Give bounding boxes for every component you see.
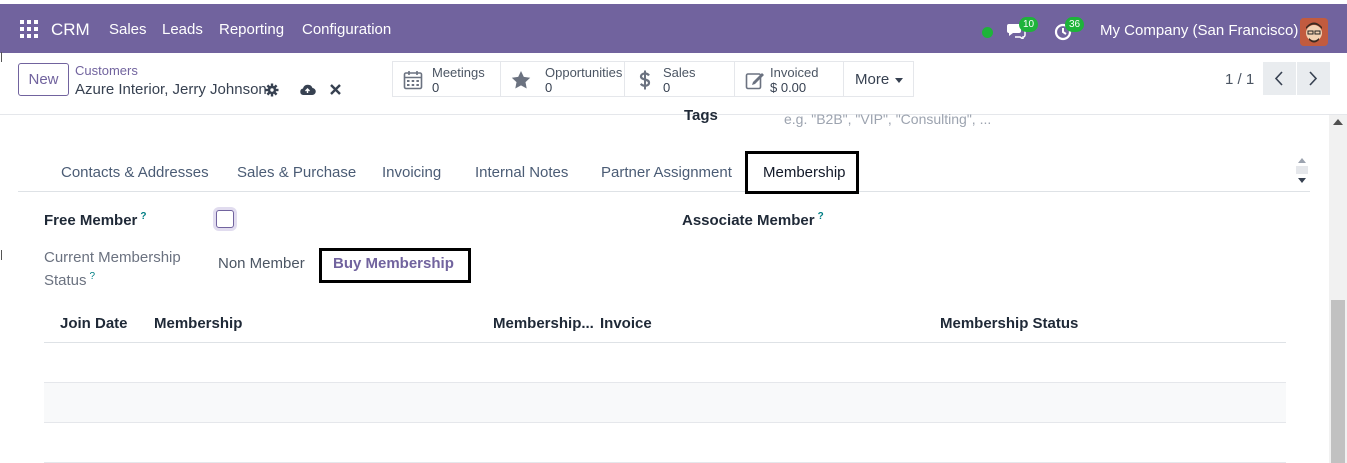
invoiced-amount: $ 0.00 xyxy=(770,80,807,95)
page-scrollbar-thumb[interactable] xyxy=(1331,300,1345,463)
column-membership-status[interactable]: Membership Status xyxy=(940,315,1078,332)
app-brand[interactable]: CRM xyxy=(51,20,90,40)
more-dropdown[interactable]: More xyxy=(843,61,914,97)
smart-buttons: Meetings 0 Opportunities 0 Sales 0 Invoi… xyxy=(392,61,914,97)
breadcrumb-current-record: Azure Interior, Jerry Johnson xyxy=(75,81,267,98)
notebook-tabs: Contacts & Addresses Sales & Purchase In… xyxy=(18,150,1310,192)
tab-contacts-addresses[interactable]: Contacts & Addresses xyxy=(61,164,209,181)
breadcrumb-customers[interactable]: Customers xyxy=(75,63,138,78)
dollar-icon xyxy=(639,70,651,90)
tab-internal-notes[interactable]: Internal Notes xyxy=(475,164,568,181)
table-row xyxy=(44,383,1286,423)
associate-member-label: Associate Member? xyxy=(682,211,824,229)
column-membership-fee[interactable]: Membership... xyxy=(493,315,594,332)
discard-close-icon[interactable] xyxy=(330,84,341,95)
column-join-date[interactable]: Join Date xyxy=(60,315,128,332)
buy-membership-button[interactable]: Buy Membership xyxy=(333,255,454,272)
tab-invoicing[interactable]: Invoicing xyxy=(382,164,441,181)
tags-label: Tags xyxy=(684,107,718,124)
meetings-label: Meetings xyxy=(432,65,485,80)
help-tooltip-icon[interactable]: ? xyxy=(90,271,96,282)
gear-icon[interactable] xyxy=(265,83,279,97)
calendar-icon xyxy=(403,71,423,90)
opportunities-label: Opportunities xyxy=(545,65,623,80)
opportunities-count: 0 xyxy=(545,80,553,95)
tab-membership[interactable]: Membership xyxy=(763,164,846,181)
meetings-button[interactable]: Meetings 0 xyxy=(392,61,501,97)
more-label: More xyxy=(855,71,890,88)
invoiced-button[interactable]: Invoiced $ 0.00 xyxy=(734,61,844,97)
help-tooltip-icon[interactable]: ? xyxy=(140,211,146,222)
top-navbar: CRM Sales Leads Reporting Configuration … xyxy=(0,4,1347,53)
table-row xyxy=(44,423,1286,463)
menu-configuration[interactable]: Configuration xyxy=(302,21,391,38)
invoiced-label: Invoiced xyxy=(770,65,819,80)
save-cloud-icon[interactable] xyxy=(299,83,316,96)
table-row xyxy=(44,343,1286,383)
caret-down-icon xyxy=(895,78,903,83)
column-membership[interactable]: Membership xyxy=(154,315,242,332)
current-status-label-line2: Status xyxy=(44,272,87,289)
tab-partner-assignment[interactable]: Partner Assignment xyxy=(601,164,732,181)
new-button[interactable]: New xyxy=(18,63,69,96)
free-member-text: Free Member xyxy=(44,212,138,229)
online-status-icon xyxy=(982,27,993,38)
apps-grid-icon[interactable] xyxy=(20,20,38,38)
opportunities-button[interactable]: Opportunities 0 xyxy=(500,61,625,97)
help-tooltip-icon[interactable]: ? xyxy=(818,211,824,222)
activity-count-badge: 36 xyxy=(1065,17,1085,32)
membership-status-value: Non Member xyxy=(218,255,305,272)
free-member-label: Free Member? xyxy=(44,211,146,229)
scroll-up-arrow-icon[interactable] xyxy=(1333,119,1343,125)
edge-marker xyxy=(1,250,2,260)
user-avatar[interactable] xyxy=(1300,18,1328,46)
edge-marker xyxy=(1,52,2,62)
meetings-count: 0 xyxy=(432,80,440,95)
sales-label: Sales xyxy=(663,65,696,80)
chat-count-badge: 10 xyxy=(1019,17,1039,32)
sales-count: 0 xyxy=(663,80,671,95)
tab-sales-purchase[interactable]: Sales & Purchase xyxy=(237,164,356,181)
tabs-scrollbar[interactable] xyxy=(1294,152,1310,188)
sales-button[interactable]: Sales 0 xyxy=(624,61,735,97)
chevron-left-icon xyxy=(1274,71,1283,86)
current-status-label-line1: Current Membership xyxy=(44,249,181,266)
menu-sales[interactable]: Sales xyxy=(109,21,147,38)
menu-leads[interactable]: Leads xyxy=(162,21,203,38)
invoice-edit-icon xyxy=(745,73,764,90)
column-invoice[interactable]: Invoice xyxy=(600,315,652,332)
control-panel: New Customers Azure Interior, Jerry John… xyxy=(0,53,1347,115)
tags-input[interactable]: e.g. "B2B", "VIP", "Consulting", ... xyxy=(784,111,991,127)
associate-member-text: Associate Member xyxy=(682,212,815,229)
free-member-checkbox[interactable] xyxy=(216,210,234,228)
pager-previous-button[interactable] xyxy=(1263,62,1296,95)
pager-value[interactable]: 1 / 1 xyxy=(1225,71,1254,88)
star-icon xyxy=(511,71,531,89)
pager-next-button[interactable] xyxy=(1297,62,1330,95)
current-membership-status-label: Current Membership Status? xyxy=(44,249,181,289)
chevron-right-icon xyxy=(1309,71,1318,86)
company-switcher[interactable]: My Company (San Francisco) xyxy=(1100,22,1298,39)
menu-reporting[interactable]: Reporting xyxy=(219,21,284,38)
